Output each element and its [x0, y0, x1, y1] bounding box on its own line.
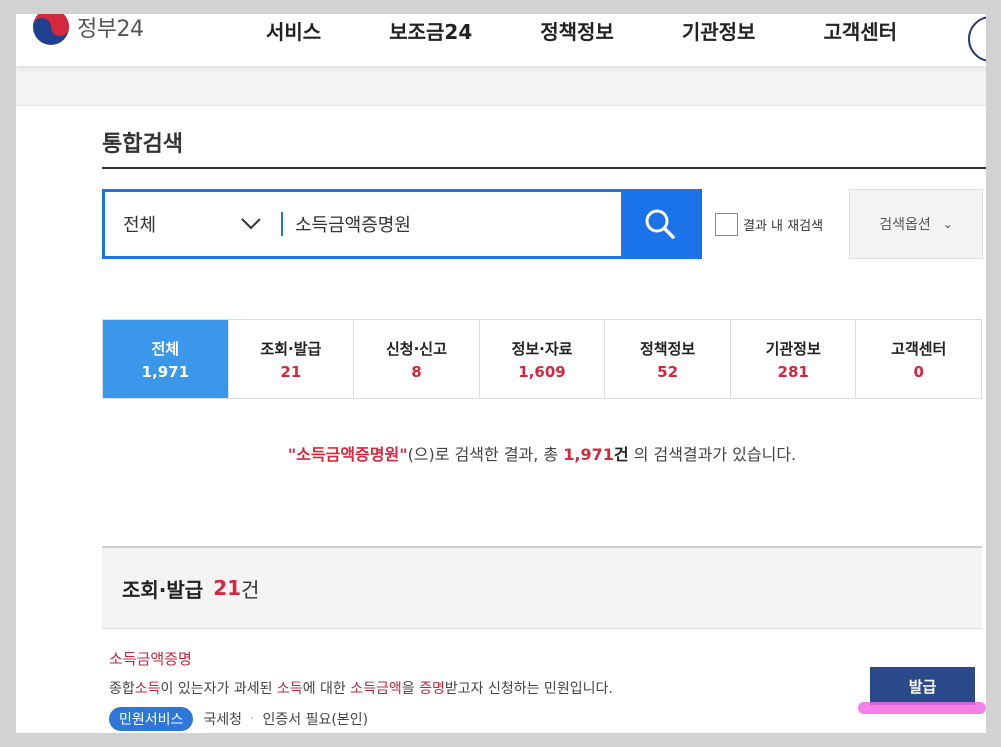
tab-label: 조회·발급	[260, 339, 322, 358]
nav-item-subsidy[interactable]: 보조금24	[389, 14, 472, 50]
result-meta: 민원서비스 국세청 · 인증서 필요(본인)	[109, 707, 368, 731]
summary-text: (으)로 검색한 결과, 총	[407, 445, 559, 464]
tab-all[interactable]: 전체 1,971	[103, 320, 229, 398]
service-type-badge: 민원서비스	[109, 707, 194, 731]
tab-label: 정보·자료	[511, 339, 573, 358]
search-button[interactable]	[621, 192, 699, 256]
recheck-checkbox[interactable]	[715, 213, 738, 236]
desc-highlight: 소득금액	[350, 681, 402, 697]
desc-highlight: 증명	[419, 681, 445, 697]
summary-total: 1,971	[563, 445, 614, 464]
requirement-text: 인증서 필요(본인)	[262, 712, 369, 728]
page: 정부24 서비스 보조금24 정책정보 기관정보 고객센터 통합검색 전체 결과…	[16, 14, 986, 733]
section-header: 조회·발급 21 건	[102, 546, 982, 629]
scope-select[interactable]: 전체	[105, 192, 281, 256]
desc-highlight: 소득	[134, 681, 161, 697]
search-options-label: 검색옵션	[879, 217, 931, 233]
title-divider	[102, 167, 986, 169]
logo[interactable]: 정부24	[31, 14, 144, 46]
summary-unit: 건	[613, 445, 629, 464]
search-icon	[645, 209, 675, 239]
tab-count: 281	[777, 362, 809, 381]
search-box: 전체	[102, 189, 702, 259]
desc-highlight: 소득	[276, 681, 303, 697]
issue-button[interactable]: 발급	[870, 667, 975, 705]
tab-label: 정책정보	[640, 339, 696, 358]
recheck-toggle[interactable]: 결과 내 재검색	[715, 213, 823, 236]
main-nav: 서비스 보조금24 정책정보 기관정보 고객센터	[266, 14, 965, 50]
tab-inquiry-issue[interactable]: 조회·발급 21	[228, 320, 355, 398]
nav-item-agency[interactable]: 기관정보	[682, 14, 756, 50]
section-title: 조회·발급	[122, 577, 204, 602]
category-tabs: 전체 1,971 조회·발급 21 신청·신고 8 정보·자료 1,609 정책…	[102, 319, 982, 399]
tab-count: 1,971	[141, 362, 190, 381]
nav-item-support[interactable]: 고객센터	[823, 14, 897, 50]
scope-value: 전체	[123, 215, 157, 236]
tab-apply-report[interactable]: 신청·신고 8	[354, 320, 480, 398]
section-unit: 건	[241, 577, 260, 602]
user-menu-button[interactable]	[968, 16, 986, 62]
result-summary: "소득금액증명원"(으)로 검색한 결과, 총 1,971건 의 검색결과가 있…	[102, 441, 982, 465]
section-count: 21	[213, 576, 242, 600]
brand-name: 정부24	[77, 17, 144, 42]
header: 정부24 서비스 보조금24 정책정보 기관정보 고객센터	[16, 14, 986, 66]
tab-label: 신청·신고	[385, 339, 447, 358]
desc-part: 에 대한	[302, 681, 351, 697]
tab-agency[interactable]: 기관정보 281	[730, 320, 857, 398]
tab-label: 기관정보	[765, 339, 821, 358]
page-title: 통합검색	[102, 132, 183, 157]
tab-count: 0	[913, 362, 924, 381]
tab-count: 21	[280, 362, 302, 381]
tab-label: 전체	[151, 339, 180, 358]
tab-info-data[interactable]: 정보·자료 1,609	[479, 320, 606, 398]
nav-item-policy[interactable]: 정책정보	[540, 14, 614, 50]
sub-header-bar	[16, 66, 986, 106]
nav-item-services[interactable]: 서비스	[266, 14, 321, 50]
chevron-down-icon: ⌄	[942, 217, 953, 231]
tab-support[interactable]: 고객센터 0	[856, 320, 982, 398]
taegeuk-emblem-icon	[33, 14, 69, 45]
summary-keyword: "소득금액증명원"	[287, 445, 408, 464]
annotation-highlight	[858, 702, 986, 714]
recheck-label: 결과 내 재검색	[743, 219, 824, 234]
separator-dot: ·	[250, 711, 255, 727]
tab-count: 52	[657, 362, 679, 381]
desc-part: 종합	[109, 681, 135, 697]
search-input[interactable]	[283, 192, 621, 256]
agency-name: 국세청	[203, 712, 243, 728]
result-description: 종합소득이 있는자가 과세된 소득에 대한 소득금액을 증명받고자 신청하는 민…	[109, 678, 613, 698]
desc-part: 을	[401, 681, 420, 697]
tab-count: 1,609	[518, 362, 566, 381]
tab-count: 8	[411, 362, 422, 381]
result-title-link[interactable]: 소득금액증명	[109, 648, 192, 669]
chevron-down-icon	[241, 218, 261, 230]
desc-part: 받고자 신청하는 민원입니다.	[444, 681, 613, 697]
search-options-button[interactable]: 검색옵션 ⌄	[849, 189, 983, 259]
tab-policy[interactable]: 정책정보 52	[605, 320, 731, 398]
summary-tail: 의 검색결과가 있습니다.	[633, 445, 797, 464]
desc-part: 이 있는자가 과세된	[160, 681, 277, 697]
tab-label: 고객센터	[891, 339, 947, 358]
